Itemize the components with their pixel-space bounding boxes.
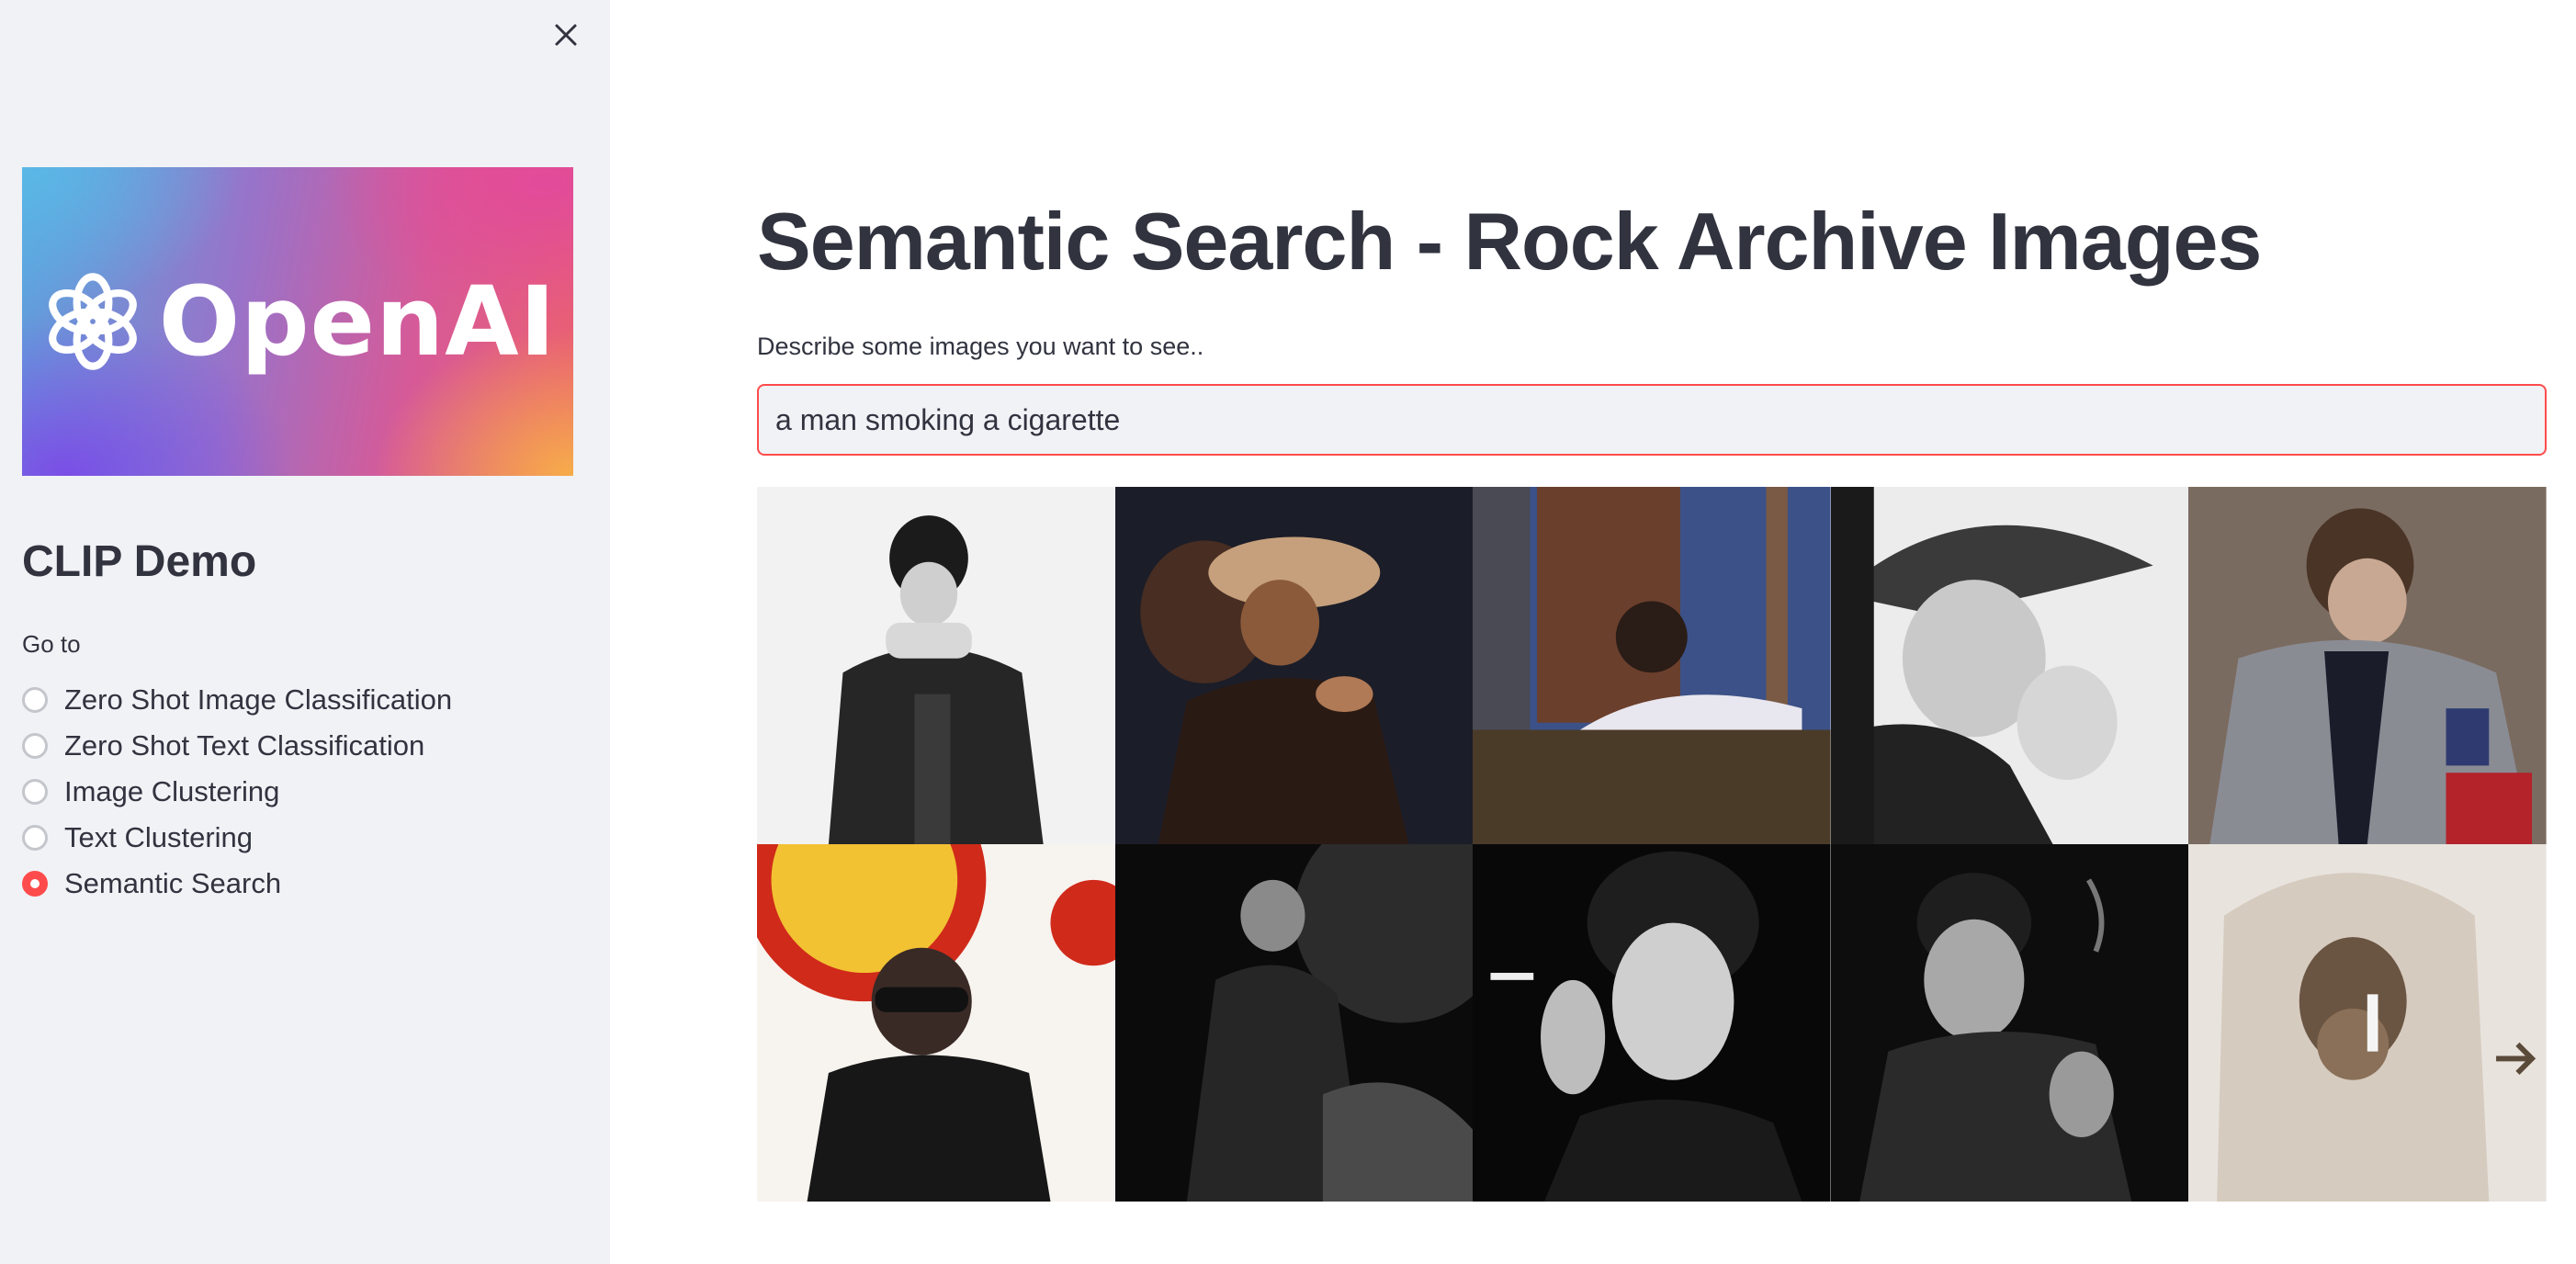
- page-radio-group: Zero Shot Image Classification Zero Shot…: [22, 683, 452, 900]
- result-image-9[interactable]: [1830, 844, 2189, 1202]
- radio-text-clustering[interactable]: Text Clustering: [22, 821, 452, 854]
- radio-label: Image Clustering: [64, 775, 280, 807]
- result-image-8[interactable]: [1473, 844, 1831, 1202]
- search-input[interactable]: [757, 384, 2547, 456]
- logo-text: OpenAI: [158, 265, 557, 378]
- close-sidebar-button[interactable]: [548, 17, 584, 53]
- sidebar: OpenAI CLIP Demo Go to Zero Shot Image C…: [0, 0, 610, 1264]
- result-photo-8-image: [1473, 844, 1831, 1202]
- result-photo-7-image: [1114, 844, 1474, 1202]
- result-photo-4-image: [1830, 487, 2189, 844]
- result-photo-6-image: [757, 844, 1115, 1202]
- openai-logo-image: OpenAI: [22, 167, 573, 476]
- result-image-10[interactable]: [2188, 844, 2547, 1202]
- radio-label: Zero Shot Image Classification: [64, 683, 453, 716]
- page-title: Semantic Search - Rock Archive Images: [757, 196, 2262, 287]
- radio-button-icon[interactable]: [22, 733, 48, 759]
- results-image-grid: [757, 487, 2547, 1202]
- main-content: Semantic Search - Rock Archive Images De…: [757, 0, 2547, 1264]
- radio-zero-shot-image-classification[interactable]: Zero Shot Image Classification: [22, 683, 452, 717]
- result-image-5[interactable]: [2188, 487, 2547, 844]
- radio-label: Zero Shot Text Classification: [64, 729, 425, 762]
- openai-logo-icon: [48, 273, 137, 370]
- result-photo-1-image: [757, 487, 1115, 844]
- result-image-2[interactable]: [1114, 487, 1474, 844]
- result-image-4[interactable]: [1830, 487, 2189, 844]
- result-photo-3-image: [1473, 487, 1831, 844]
- radio-label: Text Clustering: [64, 821, 254, 853]
- radio-button-icon[interactable]: [22, 687, 48, 713]
- radio-zero-shot-text-classification[interactable]: Zero Shot Text Classification: [22, 729, 452, 762]
- nav-label: Go to: [22, 630, 81, 658]
- result-image-3[interactable]: [1473, 487, 1831, 844]
- radio-image-clustering[interactable]: Image Clustering: [22, 775, 452, 808]
- radio-button-icon[interactable]: [22, 825, 48, 851]
- radio-button-selected-icon[interactable]: [22, 871, 48, 897]
- radio-semantic-search[interactable]: Semantic Search: [22, 867, 452, 900]
- close-icon: [555, 24, 577, 46]
- result-photo-10-image: [2188, 844, 2547, 1202]
- radio-button-icon[interactable]: [22, 779, 48, 805]
- result-image-7[interactable]: [1114, 844, 1474, 1202]
- result-photo-9-image: [1830, 844, 2189, 1202]
- radio-label: Semantic Search: [64, 867, 282, 899]
- result-image-1[interactable]: [757, 487, 1115, 844]
- search-input-label: Describe some images you want to see..: [757, 333, 1204, 360]
- result-photo-2-image: [1114, 487, 1474, 844]
- sidebar-title: CLIP Demo: [22, 537, 257, 586]
- result-image-6[interactable]: [757, 844, 1115, 1202]
- result-photo-5-image: [2188, 487, 2547, 844]
